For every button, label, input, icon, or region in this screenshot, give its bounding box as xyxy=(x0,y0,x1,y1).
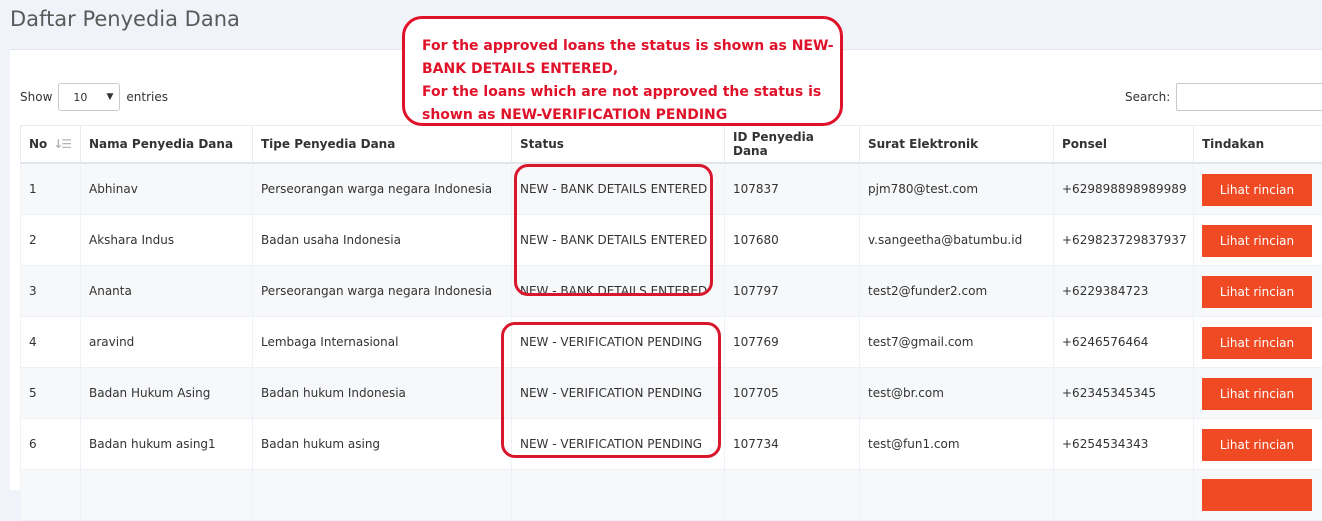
column-header-id[interactable]: ID Penyedia Dana xyxy=(725,126,860,164)
cell-no: 6 xyxy=(21,419,81,470)
cell-action: Lihat rincian xyxy=(1194,368,1322,419)
cell-no: 4 xyxy=(21,317,81,368)
cell-email: test@fun1.com xyxy=(860,419,1054,470)
table-header-row: No↓☰ Nama Penyedia Dana Tipe Penyedia Da… xyxy=(21,126,1322,164)
cell-name: Abhinav xyxy=(81,163,253,215)
cell-no: 3 xyxy=(21,266,81,317)
cell-action: Lihat rincian xyxy=(1194,163,1322,215)
cell-name: aravind xyxy=(81,317,253,368)
annotation-line: For the loans which are not approved the… xyxy=(422,81,840,104)
cell-phone: +6229384723 xyxy=(1054,266,1194,317)
cell-email: test@br.com xyxy=(860,368,1054,419)
caret-down-icon: ▼ xyxy=(106,92,113,102)
annotation-line: BANK DETAILS ENTERED, xyxy=(422,58,840,81)
entries-select-value: 10 xyxy=(73,91,87,104)
column-header-type[interactable]: Tipe Penyedia Dana xyxy=(253,126,512,164)
cell-email: v.sangeetha@batumbu.id xyxy=(860,215,1054,266)
column-header-status[interactable]: Status xyxy=(512,126,725,164)
entries-select[interactable]: 10 ▼ xyxy=(58,83,120,111)
view-details-button[interactable]: Lihat rincian xyxy=(1202,429,1312,461)
cell-id: 107769 xyxy=(725,317,860,368)
pending-status-highlight xyxy=(501,322,721,458)
cell-phone: +629823729837937 xyxy=(1054,215,1194,266)
column-header-email[interactable]: Surat Elektronik xyxy=(860,126,1054,164)
cell-phone: +629898898989989 xyxy=(1054,163,1194,215)
show-label: Show xyxy=(20,90,52,104)
annotation-callout: For the approved loans the status is sho… xyxy=(402,16,843,126)
cell-id: 107797 xyxy=(725,266,860,317)
search-label: Search: xyxy=(1125,90,1170,104)
search-filter: Search: xyxy=(1125,83,1322,111)
cell-action: Lihat rincian xyxy=(1194,266,1322,317)
search-input[interactable] xyxy=(1176,83,1322,111)
cell-name: Badan hukum asing1 xyxy=(81,419,253,470)
cell-type: Badan hukum Indonesia xyxy=(253,368,512,419)
cell-type: Badan usaha Indonesia xyxy=(253,215,512,266)
column-header-phone[interactable]: Ponsel xyxy=(1054,126,1194,164)
cell-email: pjm780@test.com xyxy=(860,163,1054,215)
cell-phone: +6254534343 xyxy=(1054,419,1194,470)
cell-id: 107705 xyxy=(725,368,860,419)
view-details-button[interactable]: Lihat rincian xyxy=(1202,276,1312,308)
cell-phone: +6246576464 xyxy=(1054,317,1194,368)
sort-ascending-icon[interactable]: ↓☰ xyxy=(53,137,70,151)
cell-email: test7@gmail.com xyxy=(860,317,1054,368)
cell-email: test2@funder2.com xyxy=(860,266,1054,317)
table-row-partial xyxy=(21,470,1322,521)
cell-no: 2 xyxy=(21,215,81,266)
cell-name: Akshara Indus xyxy=(81,215,253,266)
annotation-line: For the approved loans the status is sho… xyxy=(422,35,840,58)
column-header-no[interactable]: No↓☰ xyxy=(21,126,81,164)
cell-action: Lihat rincian xyxy=(1194,215,1322,266)
column-header-action: Tindakan xyxy=(1194,126,1322,164)
cell-type: Badan hukum asing xyxy=(253,419,512,470)
view-details-button[interactable]: Lihat rincian xyxy=(1202,225,1312,257)
cell-type: Perseorangan warga negara Indonesia xyxy=(253,163,512,215)
view-details-button[interactable]: Lihat rincian xyxy=(1202,327,1312,359)
column-header-name[interactable]: Nama Penyedia Dana xyxy=(81,126,253,164)
cell-no: 1 xyxy=(21,163,81,215)
entries-length-control: Show 10 ▼ entries xyxy=(20,83,168,111)
entries-label: entries xyxy=(126,90,168,104)
cell-name: Ananta xyxy=(81,266,253,317)
annotation-line: shown as NEW-VERIFICATION PENDING xyxy=(422,104,840,127)
cell-id: 107734 xyxy=(725,419,860,470)
cell-no: 5 xyxy=(21,368,81,419)
view-details-button[interactable]: Lihat rincian xyxy=(1202,174,1312,206)
approved-status-highlight xyxy=(514,164,713,296)
cell-name: Badan Hukum Asing xyxy=(81,368,253,419)
view-details-button-partial[interactable] xyxy=(1202,479,1312,511)
cell-type: Perseorangan warga negara Indonesia xyxy=(253,266,512,317)
cell-action: Lihat rincian xyxy=(1194,419,1322,470)
cell-type: Lembaga Internasional xyxy=(253,317,512,368)
page-title: Daftar Penyedia Dana xyxy=(10,7,240,31)
cell-id: 107680 xyxy=(725,215,860,266)
cell-phone: +62345345345 xyxy=(1054,368,1194,419)
cell-action: Lihat rincian xyxy=(1194,317,1322,368)
cell-id: 107837 xyxy=(725,163,860,215)
view-details-button[interactable]: Lihat rincian xyxy=(1202,378,1312,410)
